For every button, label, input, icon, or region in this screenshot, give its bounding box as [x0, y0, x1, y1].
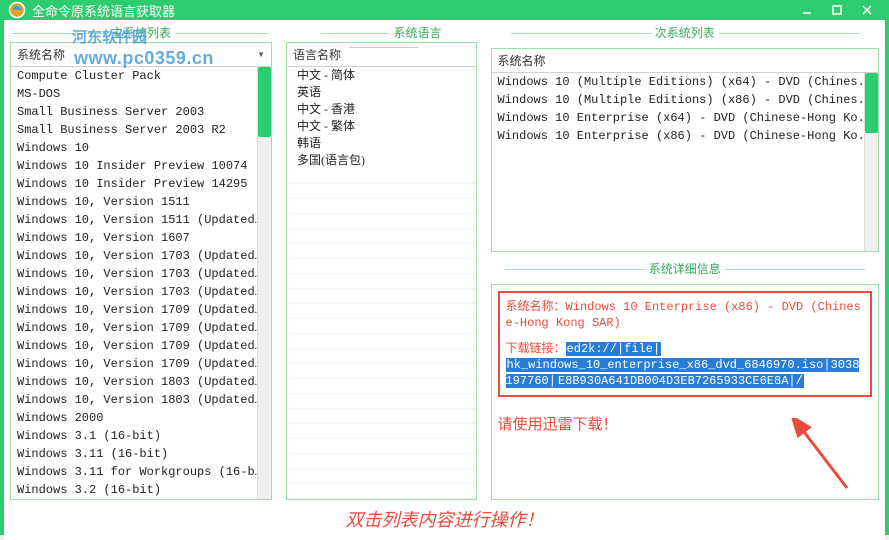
list-item[interactable]: Windows 10, Version 1703 (Updated Mar...: [11, 283, 271, 301]
list-item[interactable]: Small Business Server 2003 R2: [11, 121, 271, 139]
empty-line: [287, 304, 476, 319]
empty-line: [287, 394, 476, 409]
secondary-list-header[interactable]: 系统名称: [498, 52, 546, 69]
scrollbar-thumb[interactable]: [865, 73, 878, 133]
list-item[interactable]: Windows 2000: [11, 409, 271, 427]
titlebar: 全命令原系统语言获取器: [0, 0, 889, 20]
list-item[interactable]: Windows 10, Version 1709 (Updated Jan...: [11, 319, 271, 337]
list-item[interactable]: Windows 3.11 for Workgroups (16-bit): [11, 463, 271, 481]
list-item[interactable]: Windows 10 Enterprise (x86) - DVD (Chine…: [492, 127, 878, 145]
empty-line: [287, 469, 476, 484]
list-item[interactable]: 中文 - 繁体: [287, 118, 476, 135]
empty-line: [287, 439, 476, 454]
empty-line: [287, 334, 476, 349]
main-list-label: 主系统列表: [10, 26, 272, 40]
empty-line: [287, 199, 476, 214]
empty-line: [287, 259, 476, 274]
list-item[interactable]: Windows 10, Version 1803 (Updated Jul...: [11, 373, 271, 391]
minimize-button[interactable]: [793, 0, 821, 20]
empty-line: [287, 409, 476, 424]
list-item[interactable]: Windows 10, Version 1607: [11, 229, 271, 247]
list-item[interactable]: Windows 3.2 (16-bit): [11, 481, 271, 499]
list-item[interactable]: Windows 10, Version 1703 (Updated Jul...: [11, 247, 271, 265]
list-item[interactable]: Windows 10 (Multiple Editions) (x86) - D…: [492, 91, 878, 109]
footer-tip: 双击列表内容进行操作！: [10, 500, 879, 534]
list-item[interactable]: MS-DOS: [11, 85, 271, 103]
empty-line: [287, 364, 476, 379]
lang-list-header[interactable]: 语言名称: [293, 46, 341, 63]
empty-line: [287, 214, 476, 229]
list-item[interactable]: Windows 10, Version 1803 (Updated Mar...: [11, 391, 271, 409]
list-item[interactable]: Small Business Server 2003: [11, 103, 271, 121]
sysname-label: 系统名称：: [506, 300, 566, 314]
app-icon: [8, 1, 26, 19]
main-list-header[interactable]: 系统名称: [17, 46, 65, 63]
detail-label: 系统详细信息: [491, 262, 879, 276]
list-item[interactable]: Windows 3.11 (16-bit): [11, 445, 271, 463]
lang-list-label: 系统语言: [286, 26, 477, 40]
list-item[interactable]: Windows 10, Version 1511 (Updated Apr...: [11, 211, 271, 229]
list-item[interactable]: Windows 10, Version 1709 (Updated Nov...: [11, 337, 271, 355]
empty-line: [287, 424, 476, 439]
list-item[interactable]: Windows 10, Version 1511: [11, 193, 271, 211]
detail-info-frame: 系统名称：Windows 10 Enterprise (x86) - DVD (…: [498, 291, 872, 397]
empty-line: [287, 244, 476, 259]
download-link-label: 下载链接：: [506, 342, 566, 356]
language-listbox[interactable]: 语言名称 中文 - 简体英语中文 - 香港中文 - 繁体韩语多国(语言包): [286, 42, 477, 500]
thunder-note: 请使用迅雷下载！: [498, 413, 872, 434]
system-detail-box: 系统名称：Windows 10 Enterprise (x86) - DVD (…: [491, 284, 879, 500]
scrollbar-thumb[interactable]: [258, 67, 271, 137]
empty-line: [287, 349, 476, 364]
list-item[interactable]: Compute Cluster Pack: [11, 67, 271, 85]
empty-line: [287, 454, 476, 469]
list-item[interactable]: Windows 10 (Multiple Editions) (x64) - D…: [492, 73, 878, 91]
list-item[interactable]: 中文 - 香港: [287, 101, 476, 118]
maximize-button[interactable]: [823, 0, 851, 20]
main-system-listbox[interactable]: 系统名称 ▼ Compute Cluster PackMS-DOSSmall B…: [10, 42, 272, 500]
list-item[interactable]: Windows 10, Version 1709 (Updated Sep...: [11, 355, 271, 373]
empty-line: [287, 184, 476, 199]
empty-line: [287, 289, 476, 304]
list-item[interactable]: Windows 10: [11, 139, 271, 157]
scrollbar-vertical[interactable]: [864, 73, 878, 251]
list-item[interactable]: 英语: [287, 84, 476, 101]
list-item[interactable]: 多国(语言包): [287, 152, 476, 169]
empty-line: [287, 169, 476, 184]
empty-line: [287, 274, 476, 289]
list-item[interactable]: 中文 - 简体: [287, 67, 476, 84]
empty-line: [287, 484, 476, 499]
list-item[interactable]: Windows 10, Version 1703 (Updated Jun...: [11, 265, 271, 283]
list-item[interactable]: Windows 3.1 (16-bit): [11, 427, 271, 445]
list-item[interactable]: Windows 10 Enterprise (x64) - DVD (Chine…: [492, 109, 878, 127]
list-item[interactable]: 韩语: [287, 135, 476, 152]
list-item[interactable]: Windows 10 Insider Preview 14295: [11, 175, 271, 193]
secondary-system-listbox[interactable]: 系统名称 Windows 10 (Multiple Editions) (x64…: [491, 48, 879, 252]
close-button[interactable]: [853, 0, 881, 20]
empty-line: [287, 229, 476, 244]
list-item[interactable]: Windows 10 Insider Preview 10074: [11, 157, 271, 175]
list-item[interactable]: Windows 10, Version 1709 (Updated Dec...: [11, 301, 271, 319]
chevron-down-icon: ▼: [257, 50, 265, 59]
window-title: 全命令原系统语言获取器: [32, 1, 793, 20]
scrollbar-vertical[interactable]: [257, 67, 271, 499]
secondary-list-label: 次系统列表: [491, 26, 879, 40]
empty-line: [287, 319, 476, 334]
empty-line: [287, 379, 476, 394]
